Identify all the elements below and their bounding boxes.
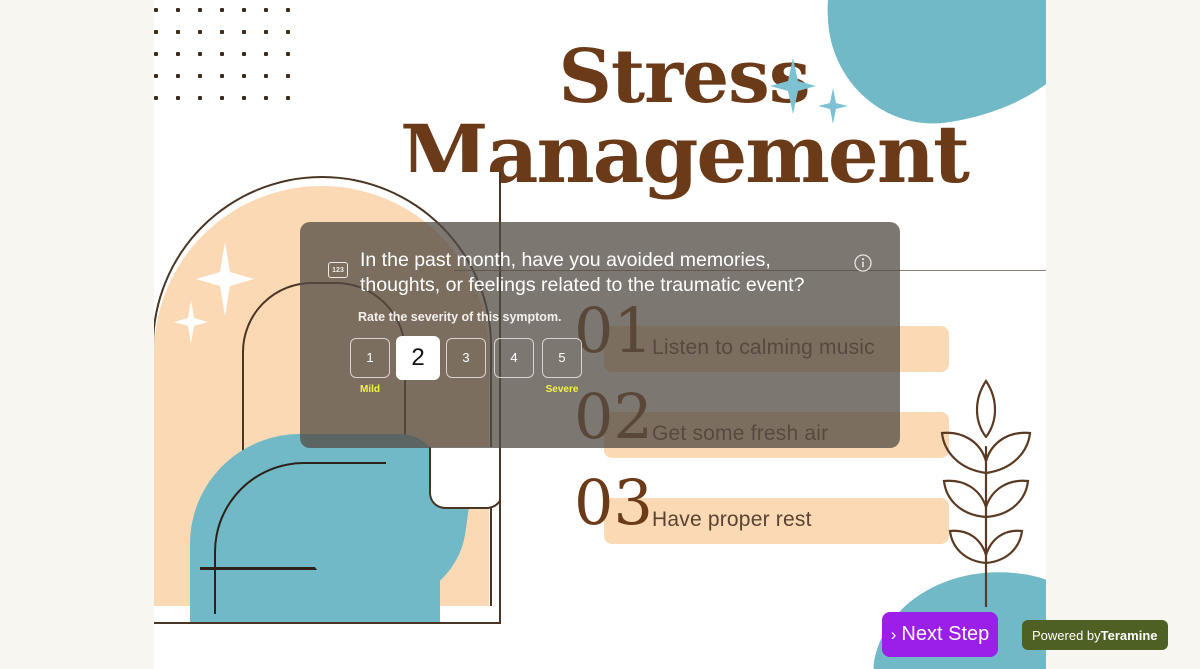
grid-dot — [242, 8, 246, 12]
grid-dot — [242, 30, 246, 34]
plant-illustration — [928, 377, 1038, 609]
grid-dot — [154, 30, 158, 34]
cup-shape — [429, 447, 499, 509]
grid-dot — [176, 30, 180, 34]
rating-option: 5 Severe — [542, 337, 582, 396]
grid-dot — [220, 74, 224, 78]
grid-dot — [154, 74, 158, 78]
grid-dot — [264, 30, 268, 34]
rating-button-2[interactable]: 2 — [396, 335, 440, 380]
grid-dot — [198, 30, 202, 34]
info-circle-icon[interactable] — [854, 254, 872, 272]
grid-dot — [264, 52, 268, 56]
title-line-1: Stress — [558, 34, 810, 120]
grid-dot — [220, 8, 224, 12]
grid-dot — [242, 96, 246, 100]
grid-dot — [242, 52, 246, 56]
grid-dot — [286, 52, 290, 56]
grid-dot — [176, 8, 180, 12]
grid-dot — [198, 96, 202, 100]
grid-dot — [286, 96, 290, 100]
rating-caption: Severe — [545, 383, 579, 395]
sparkle-icon-large — [770, 58, 816, 114]
grid-dot — [264, 74, 268, 78]
dot-grid-decoration — [154, 0, 294, 100]
rating-button-4[interactable]: 4 — [494, 337, 534, 378]
white-sparkle-small-icon — [174, 300, 208, 349]
grid-dot — [286, 30, 290, 34]
tip-number: 03 — [574, 466, 653, 539]
chevron-right-icon: › — [890, 625, 897, 644]
powered-by-label: Powered by — [1032, 627, 1101, 643]
brand-name: Teramine — [1100, 627, 1158, 643]
grid-dot — [264, 8, 268, 12]
rating-option: 3 — [446, 337, 486, 396]
grid-dot — [176, 52, 180, 56]
sparkle-icon-small — [818, 88, 848, 124]
grid-dot — [176, 74, 180, 78]
question-overlay-panel: 123 In the past month, have you avoided … — [300, 222, 900, 448]
question-text: In the past month, have you avoided memo… — [360, 249, 805, 296]
grid-dot — [220, 96, 224, 100]
grid-dot — [220, 30, 224, 34]
grid-dot — [198, 74, 202, 78]
grid-dot — [154, 8, 158, 12]
grid-dot — [154, 96, 158, 100]
rating-button-1[interactable]: 1 — [350, 337, 390, 378]
rating-option: 4 — [494, 337, 534, 396]
grid-dot — [286, 74, 290, 78]
grid-dot — [264, 96, 268, 100]
grid-dot — [176, 96, 180, 100]
tip-label: Have proper rest — [652, 508, 812, 531]
rating-caption: Mild — [360, 383, 380, 395]
numeric-input-icon: 123 — [328, 262, 348, 278]
powered-by-badge[interactable]: Powered by Teramine — [1022, 620, 1168, 650]
rating-button-3[interactable]: 3 — [446, 337, 486, 378]
rating-option: 1 Mild — [350, 337, 390, 396]
grid-dot — [286, 8, 290, 12]
grid-dot — [198, 8, 202, 12]
grid-dot — [242, 74, 246, 78]
question-subtitle: Rate the severity of this symptom. — [358, 309, 562, 324]
grid-dot — [154, 52, 158, 56]
grid-dot — [220, 52, 224, 56]
rating-option: 2 — [396, 335, 440, 398]
screenshot-root: Stress Management 03 Have proper rest 12… — [0, 0, 1200, 669]
page-title: Stress Management — [354, 34, 1014, 194]
rating-button-5[interactable]: 5 — [542, 337, 582, 378]
next-step-button[interactable]: › Next Step — [882, 612, 998, 657]
question-header: 123 In the past month, have you avoided … — [328, 248, 872, 298]
severity-rating-scale: 1 Mild 2 3 4 5 Severe — [350, 335, 872, 398]
grid-dot — [198, 52, 202, 56]
next-step-label: Next Step — [901, 623, 990, 645]
